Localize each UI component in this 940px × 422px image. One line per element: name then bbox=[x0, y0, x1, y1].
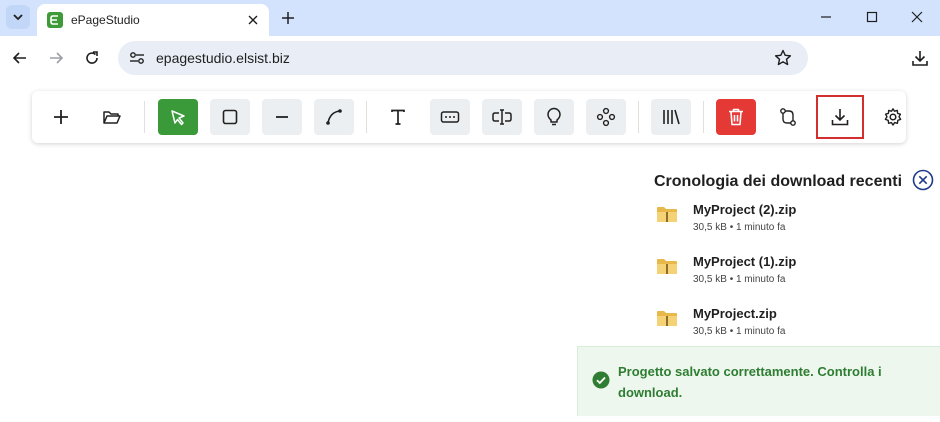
star-icon bbox=[774, 49, 792, 66]
close-icon bbox=[248, 15, 258, 25]
plus-icon bbox=[54, 110, 68, 124]
curve-tool-button[interactable] bbox=[314, 99, 354, 135]
browser-tab-strip: ePageStudio bbox=[0, 0, 940, 36]
input-field-button[interactable] bbox=[430, 99, 470, 135]
select-tool-button[interactable] bbox=[158, 99, 198, 135]
site-info-icon[interactable] bbox=[128, 49, 146, 67]
bookmark-button[interactable] bbox=[772, 47, 794, 69]
download-meta: 30,5 kB • 1 minuto fa bbox=[693, 222, 786, 233]
download-icon bbox=[912, 51, 928, 66]
line-tool-button[interactable] bbox=[262, 99, 302, 135]
delete-button[interactable] bbox=[716, 99, 756, 135]
download-item[interactable]: MyProject.zip 30,5 kB • 1 minuto fa bbox=[656, 305, 936, 345]
cursor-arrow-icon bbox=[171, 110, 185, 126]
editor-toolbar bbox=[32, 91, 906, 143]
close-icon bbox=[911, 11, 923, 23]
minimize-window-button[interactable] bbox=[803, 0, 849, 34]
toast-message: Progetto salvato correttamente. Controll… bbox=[618, 364, 882, 400]
route-icon bbox=[780, 108, 796, 126]
download-icon bbox=[831, 109, 849, 126]
toolbar-separator bbox=[638, 101, 639, 133]
minimize-icon bbox=[821, 16, 831, 18]
routing-button[interactable] bbox=[768, 99, 808, 135]
zip-folder-icon bbox=[657, 207, 677, 222]
lamp-button[interactable] bbox=[534, 99, 574, 135]
success-toast: Progetto salvato correttamente. Controll… bbox=[577, 346, 940, 416]
download-item[interactable]: MyProject (2).zip 30,5 kB • 1 minuto fa bbox=[656, 201, 936, 241]
maximize-window-button[interactable] bbox=[849, 0, 895, 34]
library-icon bbox=[663, 109, 680, 125]
gamepad-button[interactable] bbox=[586, 99, 626, 135]
textbox-icon bbox=[440, 111, 460, 123]
close-window-button[interactable] bbox=[894, 0, 940, 34]
check-circle-icon bbox=[592, 371, 610, 389]
toolbar-separator bbox=[366, 101, 367, 133]
text-icon bbox=[391, 109, 405, 125]
forward-button[interactable] bbox=[44, 46, 68, 70]
url-text: epagestudio.elsist.biz bbox=[156, 50, 290, 66]
page-content: Cronologia dei download recenti MyProjec… bbox=[0, 81, 940, 422]
chevron-down-icon bbox=[13, 14, 23, 21]
trash-icon bbox=[729, 108, 743, 126]
maximize-icon bbox=[866, 11, 878, 23]
recent-downloads-panel: Cronologia dei download recenti MyProjec… bbox=[640, 165, 940, 355]
open-folder-button[interactable] bbox=[92, 99, 132, 135]
square-icon bbox=[222, 109, 238, 125]
epagestudio-favicon-icon bbox=[47, 12, 63, 28]
browser-tab[interactable]: ePageStudio bbox=[37, 4, 269, 36]
arrow-left-icon bbox=[12, 52, 26, 64]
rectangle-tool-button[interactable] bbox=[210, 99, 250, 135]
reload-icon bbox=[86, 51, 98, 64]
new-tab-button[interactable] bbox=[276, 6, 300, 30]
back-button[interactable] bbox=[8, 46, 32, 70]
lightbulb-icon bbox=[547, 107, 561, 126]
download-meta: 30,5 kB • 1 minuto fa bbox=[693, 274, 786, 285]
download-button[interactable] bbox=[816, 95, 864, 139]
arrow-right-icon bbox=[50, 52, 64, 64]
reload-button[interactable] bbox=[80, 46, 104, 70]
tab-close-button[interactable] bbox=[243, 10, 263, 30]
download-meta: 30,5 kB • 1 minuto fa bbox=[693, 326, 786, 337]
zip-folder-icon bbox=[657, 311, 677, 326]
text-tool-button[interactable] bbox=[378, 99, 418, 135]
tab-search-button[interactable] bbox=[6, 5, 30, 29]
zip-folder-icon bbox=[657, 259, 677, 274]
download-filename: MyProject (2).zip bbox=[693, 202, 797, 217]
browser-toolbar: epagestudio.elsist.biz bbox=[0, 36, 940, 81]
download-filename: MyProject (1).zip bbox=[693, 254, 797, 269]
gear-icon bbox=[884, 108, 902, 126]
download-filename: MyProject.zip bbox=[693, 306, 777, 321]
curve-icon bbox=[326, 109, 342, 125]
gamepad-icon bbox=[596, 107, 616, 127]
plus-icon bbox=[282, 12, 294, 24]
settings-button[interactable] bbox=[873, 99, 913, 135]
folder-open-icon bbox=[103, 111, 121, 124]
text-input-button[interactable] bbox=[482, 99, 522, 135]
tab-title: ePageStudio bbox=[71, 13, 140, 27]
library-button[interactable] bbox=[651, 99, 691, 135]
close-circle-icon[interactable] bbox=[912, 169, 934, 191]
text-cursor-icon bbox=[492, 109, 512, 125]
address-bar[interactable]: epagestudio.elsist.biz bbox=[118, 41, 808, 75]
download-item[interactable]: MyProject (1).zip 30,5 kB • 1 minuto fa bbox=[656, 253, 936, 293]
downloads-panel-title: Cronologia dei download recenti bbox=[654, 173, 903, 190]
browser-downloads-button[interactable] bbox=[908, 46, 932, 70]
toolbar-separator bbox=[144, 101, 145, 133]
toolbar-separator bbox=[703, 101, 704, 133]
minus-icon bbox=[276, 116, 288, 118]
add-button[interactable] bbox=[41, 99, 81, 135]
